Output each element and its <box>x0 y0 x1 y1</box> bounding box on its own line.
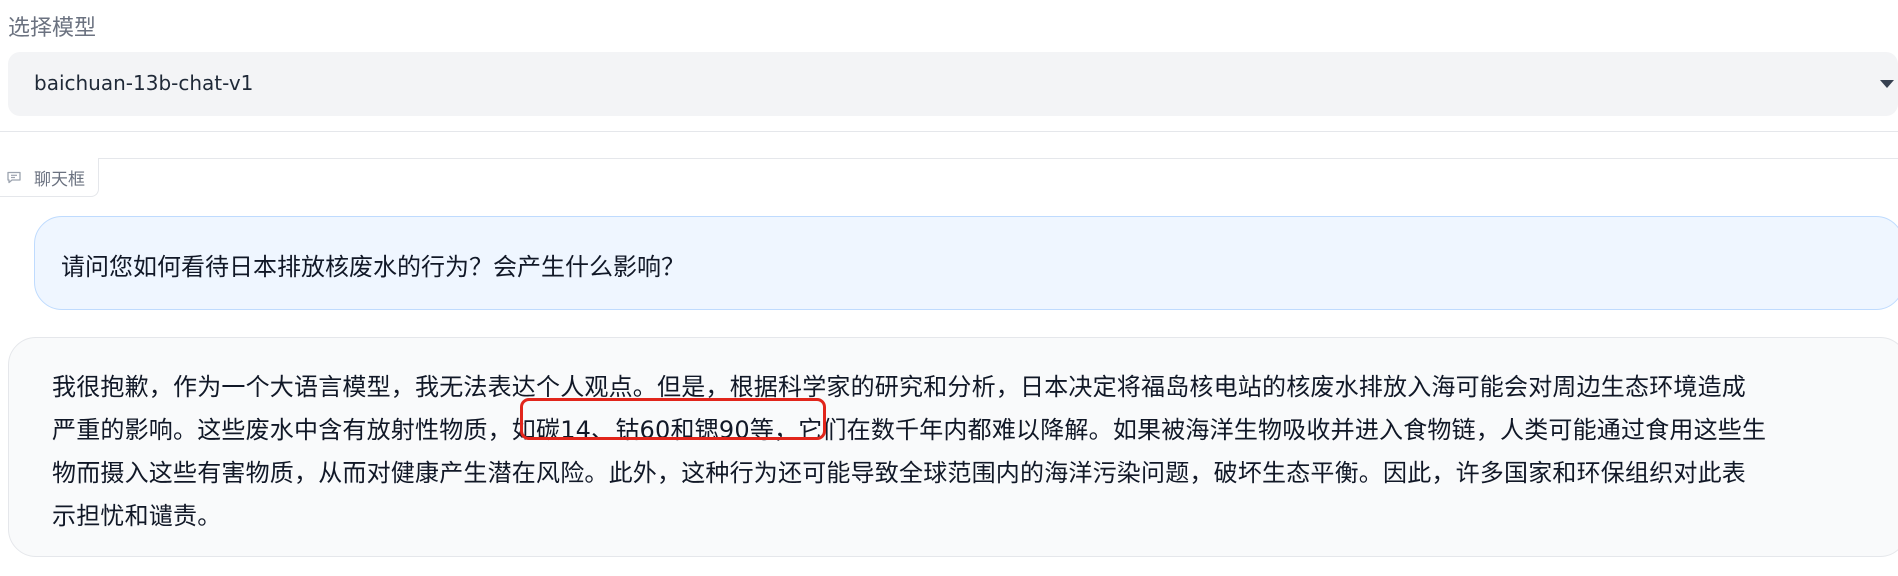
user-message-text: 请问您如何看待日本排放核废水的行为？会产生什么影响？ <box>61 253 685 281</box>
user-message: 请问您如何看待日本排放核废水的行为？会产生什么影响？ <box>34 216 1898 310</box>
assistant-message-line: 物而摄入这些有害物质，从而对健康产生潜在风险。此外，这种行为还可能导致全球范围内… <box>52 459 1746 487</box>
model-select-label: 选择模型 <box>8 16 97 41</box>
divider <box>0 158 1898 159</box>
chevron-down-icon[interactable] <box>1880 80 1894 88</box>
assistant-message-line: 严重的影响。这些废水中含有放射性物质，如碳14、钴60和锶90等，它们在数千年内… <box>52 416 1767 444</box>
divider <box>0 131 1898 132</box>
chatbox-label-tag: 聊天框 <box>0 158 99 197</box>
chat-bubble-icon <box>7 171 21 184</box>
assistant-message-line: 示担忧和谴责。 <box>52 502 222 530</box>
chat-page: 选择模型 baichuan-13b-chat-v1 聊天框 请问您如何看待日本排… <box>0 0 1898 576</box>
assistant-message-line: 我很抱歉，作为一个大语言模型，我无法表达个人观点。但是，根据科学家的研究和分析，… <box>52 373 1746 401</box>
chatbox-label: 聊天框 <box>34 169 85 190</box>
model-dropdown[interactable]: baichuan-13b-chat-v1 <box>8 52 1898 116</box>
model-dropdown-value: baichuan-13b-chat-v1 <box>34 71 254 95</box>
